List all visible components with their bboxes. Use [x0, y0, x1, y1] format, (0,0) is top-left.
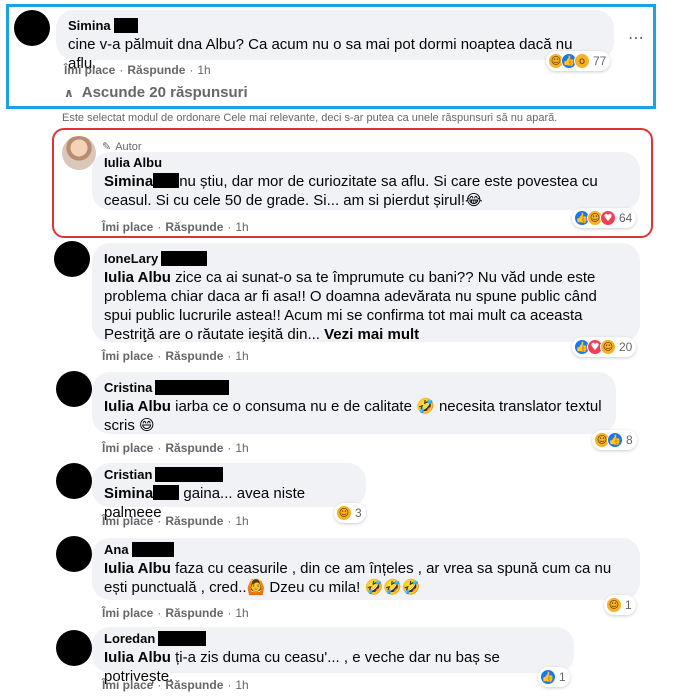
redaction — [155, 380, 230, 395]
avatar[interactable] — [62, 136, 96, 170]
mention[interactable]: Iulia Albu — [104, 269, 171, 286]
comment-author[interactable]: Simina — [68, 18, 602, 33]
reply-button[interactable]: Răspunde — [127, 63, 185, 77]
comment-author[interactable]: Cristian — [104, 467, 354, 482]
chevron-up-icon: ∧ — [64, 85, 74, 100]
comment-text: Simina nu știu, dar mor de curiozitate sa… — [104, 173, 598, 209]
wow-icon: o — [574, 53, 590, 69]
timestamp[interactable]: 1h — [235, 678, 248, 692]
timestamp[interactable]: 1h — [235, 220, 248, 234]
reply-button[interactable]: Răspunde — [165, 678, 223, 692]
avatar[interactable] — [56, 371, 92, 407]
comment-actions: Îmi place · Răspunde · 1h — [102, 220, 249, 234]
comment-actions: Îmi place · Răspunde · 1h — [64, 63, 211, 77]
comment-bubble: Loredan Iulia Albu ți-a zis duma cu ceas… — [92, 627, 574, 685]
redaction — [153, 485, 180, 500]
reply-button[interactable]: Răspunde — [165, 606, 223, 620]
avatar[interactable] — [56, 630, 92, 666]
comment-actions: Îmi place · Răspunde · 1h — [102, 441, 249, 455]
timestamp[interactable]: 1h — [197, 63, 210, 77]
like-icon: 👍 — [540, 669, 556, 685]
redaction — [113, 18, 138, 33]
sort-note: Este selectat modul de ordonare Cele mai… — [62, 112, 558, 124]
reaction-count: 1 — [559, 670, 566, 684]
mention[interactable]: Iulia Albu — [104, 560, 171, 577]
comment-bubble: Cristian Simina gaina... avea niste palm… — [92, 463, 366, 521]
reaction-summary[interactable]: ☺ 👍 8 — [592, 430, 637, 450]
comment-actions: Îmi place · Răspunde · 1h — [102, 678, 249, 692]
timestamp[interactable]: 1h — [235, 441, 248, 455]
see-more-link[interactable]: Vezi mai mult — [324, 326, 419, 343]
reaction-count: 77 — [593, 54, 607, 68]
avatar[interactable] — [54, 241, 90, 277]
reaction-summary[interactable]: 👍 1 — [538, 667, 570, 687]
mention[interactable]: Simina — [104, 173, 153, 190]
timestamp[interactable]: 1h — [235, 606, 248, 620]
comment-bubble: Iulia Albu Simina nu știu, dar mor de cur… — [92, 152, 640, 210]
redaction — [158, 631, 207, 646]
comment-author[interactable]: Loredan — [104, 631, 562, 646]
reaction-summary[interactable]: 👍 ☺ ♥ 64 — [572, 208, 637, 228]
redaction — [161, 251, 208, 266]
timestamp[interactable]: 1h — [235, 349, 248, 363]
comment-actions: Îmi place · Răspunde · 1h — [102, 349, 249, 363]
avatar[interactable] — [56, 536, 92, 572]
reaction-count: 20 — [619, 340, 633, 354]
reaction-summary[interactable]: 👍 ♥ ☺ 20 — [572, 337, 637, 357]
mention[interactable]: Iulia Albu — [104, 398, 171, 415]
comment-author[interactable]: Cristina — [104, 380, 604, 395]
mention[interactable]: Iulia Albu — [104, 649, 171, 666]
like-button[interactable]: Îmi place — [102, 349, 153, 363]
collapse-replies-button[interactable]: ∧ Ascunde 20 răspunsuri — [64, 84, 248, 101]
reply-button[interactable]: Răspunde — [165, 441, 223, 455]
comment-author[interactable]: Iulia Albu — [104, 155, 628, 170]
reaction-summary[interactable]: ☺ 3 — [334, 503, 366, 523]
comment-actions: Îmi place · Răspunde · 1h — [102, 606, 249, 620]
like-button[interactable]: Îmi place — [102, 606, 153, 620]
reaction-count: 64 — [619, 211, 633, 225]
like-button[interactable]: Îmi place — [102, 678, 153, 692]
love-icon: ♥ — [600, 210, 616, 226]
like-button[interactable]: Îmi place — [102, 514, 153, 528]
redaction — [131, 542, 174, 557]
like-button[interactable]: Îmi place — [102, 441, 153, 455]
comment-bubble: Ana Iulia Albu faza cu ceasurile , din c… — [92, 538, 640, 600]
comment-bubble: Cristina Iulia Albu iarba ce o consuma n… — [92, 372, 616, 434]
avatar[interactable] — [14, 10, 50, 46]
like-button[interactable]: Îmi place — [102, 220, 153, 234]
comment-actions: Îmi place · Răspunde · 1h — [102, 514, 249, 528]
redaction — [153, 173, 180, 188]
comment-bubble: Simina cine v-a pălmuit dna Albu? Ca acu… — [56, 10, 614, 72]
haha-icon: ☺ — [606, 597, 622, 613]
comment-text: Iulia Albu faza cu ceasurile , din ce am… — [104, 560, 612, 596]
reaction-count: 8 — [626, 433, 633, 447]
comment-bubble: IoneLary Iulia Albu zice ca ai sunat-o s… — [92, 243, 640, 343]
timestamp[interactable]: 1h — [235, 514, 248, 528]
reaction-summary[interactable]: ☺ 👍 o 77 — [546, 51, 611, 71]
mention[interactable]: Simina — [104, 485, 153, 502]
redaction — [155, 467, 224, 482]
comment-text: Iulia Albu iarba ce o consuma nu e de ca… — [104, 398, 602, 434]
reaction-count: 3 — [355, 506, 362, 520]
more-options-icon[interactable]: ⋯ — [628, 28, 645, 48]
haha-icon: ☺ — [600, 339, 616, 355]
like-button[interactable]: Îmi place — [64, 63, 115, 77]
comment-author[interactable]: Ana — [104, 542, 628, 557]
comment-author[interactable]: IoneLary — [104, 251, 628, 266]
reaction-count: 1 — [625, 598, 632, 612]
reaction-summary[interactable]: ☺ 1 — [604, 595, 636, 615]
reply-button[interactable]: Răspunde — [165, 514, 223, 528]
like-icon: 👍 — [607, 432, 623, 448]
comment-text: Iulia Albu zice ca ai sunat-o sa te împr… — [104, 269, 597, 343]
haha-icon: ☺ — [336, 505, 352, 521]
reply-button[interactable]: Răspunde — [165, 220, 223, 234]
reply-button[interactable]: Răspunde — [165, 349, 223, 363]
avatar[interactable] — [56, 463, 92, 499]
